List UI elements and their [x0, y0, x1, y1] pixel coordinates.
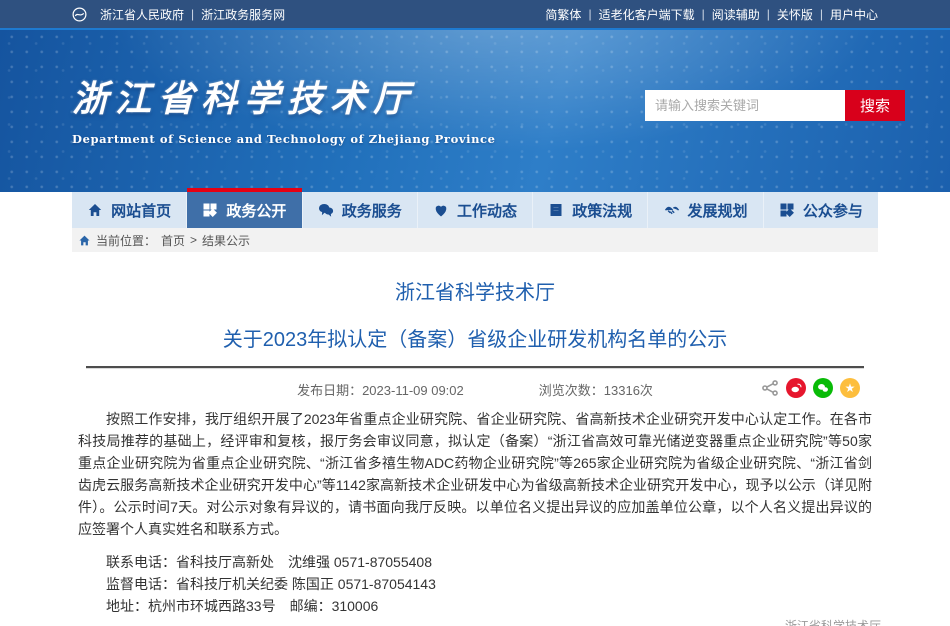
- link-zhejiang-gov[interactable]: 浙江省人民政府: [100, 6, 184, 23]
- topbar-right-links: 简繁体 | 适老化客户端下载 | 阅读辅助 | 关怀版 | 用户中心: [545, 6, 878, 23]
- title-divider: [86, 366, 864, 368]
- header-banner: 浙江省科学技术厅 Department of Science and Techn…: [0, 28, 950, 192]
- nav-item-label: 网站首页: [111, 200, 171, 221]
- link-reading-assist[interactable]: 阅读辅助: [712, 6, 760, 23]
- government-emblem-icon: [72, 7, 87, 22]
- divider: |: [588, 7, 591, 21]
- contact-phone: 联系电话：省科技厅高新处 沈维强 0571-87055408: [78, 551, 872, 573]
- qzone-share-icon[interactable]: ★: [840, 378, 860, 398]
- site-title-english: Department of Science and Technology of …: [72, 132, 496, 146]
- weibo-share-icon[interactable]: [786, 378, 806, 398]
- topbar-left-links: 浙江省人民政府 | 浙江政务服务网: [72, 6, 285, 23]
- main-nav-wrap: 网站首页 政务公开 政务服务 工作动态 政策法规 发展规划: [0, 192, 950, 228]
- document-icon: [548, 202, 564, 218]
- footer-site-name: 浙江省科学技术厅: [785, 617, 881, 626]
- article-body: 按照工作安排，我厅组织开展了2023年省重点企业研究院、省企业研究院、省高新技术…: [78, 408, 872, 540]
- publish-date-value: 2023-11-09 09:02: [362, 383, 464, 398]
- view-count: 浏览次数：13316次: [539, 380, 653, 399]
- breadcrumb-home-link[interactable]: 首页: [161, 232, 185, 249]
- divider: |: [191, 7, 194, 21]
- link-care-version[interactable]: 关怀版: [777, 6, 813, 23]
- nav-item-label: 公众参与: [803, 200, 863, 221]
- article-title-line1: 浙江省科学技术厅: [78, 276, 872, 305]
- wechat-share-icon[interactable]: [813, 378, 833, 398]
- handshake-icon: [664, 202, 680, 218]
- breadcrumb-label: 当前位置：: [96, 232, 156, 249]
- link-zhejiang-service[interactable]: 浙江政务服务网: [201, 6, 285, 23]
- nav-item-development-planning[interactable]: 发展规划: [648, 192, 763, 228]
- search-button[interactable]: 搜索: [845, 90, 905, 121]
- breadcrumb: 当前位置： 首页 > 结果公示: [72, 228, 878, 252]
- nav-item-home[interactable]: 网站首页: [72, 192, 187, 228]
- nav-item-label: 政策法规: [572, 200, 632, 221]
- share-icon[interactable]: [761, 379, 779, 397]
- search-input[interactable]: [645, 90, 845, 121]
- heart-icon: [433, 202, 449, 218]
- nav-item-work-updates[interactable]: 工作动态: [418, 192, 533, 228]
- chat-icon: [318, 202, 334, 218]
- nav-item-gov-services[interactable]: 政务服务: [303, 192, 418, 228]
- nav-item-gov-disclosure[interactable]: 政务公开: [187, 192, 302, 228]
- article-meta: 发布日期：2023-11-09 09:02 浏览次数：13316次 ★: [78, 376, 872, 402]
- link-user-center[interactable]: 用户中心: [830, 6, 878, 23]
- grid-icon: [779, 202, 795, 218]
- site-title: 浙江省科学技术厅: [72, 70, 496, 122]
- nav-item-public-participation[interactable]: 公众参与: [764, 192, 878, 228]
- address-line: 地址：杭州市环城西路33号 邮编：310006: [78, 595, 872, 617]
- nav-item-label: 政务服务: [342, 200, 402, 221]
- view-count-value: 13316次: [604, 383, 653, 398]
- nav-item-label: 工作动态: [457, 200, 517, 221]
- share-bar: ★: [761, 378, 860, 398]
- link-elderly-client-download[interactable]: 适老化客户端下载: [599, 6, 695, 23]
- top-utility-bar: 浙江省人民政府 | 浙江政务服务网 简繁体 | 适老化客户端下载 | 阅读辅助 …: [0, 0, 950, 28]
- article: 浙江省科学技术厅 关于2023年拟认定（备案）省级企业研发机构名单的公示 发布日…: [0, 276, 950, 626]
- location-home-icon: [78, 234, 91, 247]
- page: 浙江省人民政府 | 浙江政务服务网 简繁体 | 适老化客户端下载 | 阅读辅助 …: [0, 0, 950, 626]
- grid-icon: [202, 202, 218, 218]
- publish-date-label: 发布日期：: [297, 383, 362, 398]
- nav-item-policies-regulations[interactable]: 政策法规: [533, 192, 648, 228]
- supervision-phone: 监督电话：省科技厅机关纪委 陈国正 0571-87054143: [78, 573, 872, 595]
- home-icon: [87, 202, 103, 218]
- site-search: 搜索: [645, 90, 905, 121]
- breadcrumb-current: 结果公示: [202, 232, 250, 249]
- nav-item-label: 政务公开: [226, 200, 286, 221]
- divider: |: [702, 7, 705, 21]
- breadcrumb-wrap: 当前位置： 首页 > 结果公示: [0, 228, 950, 252]
- main-nav: 网站首页 政务公开 政务服务 工作动态 政策法规 发展规划: [72, 192, 878, 228]
- site-brand: 浙江省科学技术厅 Department of Science and Techn…: [72, 70, 496, 146]
- link-simplified-traditional[interactable]: 简繁体: [545, 6, 581, 23]
- view-count-label: 浏览次数：: [539, 383, 604, 398]
- article-title-line2: 关于2023年拟认定（备案）省级企业研发机构名单的公示: [78, 323, 872, 352]
- breadcrumb-separator: >: [190, 233, 197, 247]
- divider: |: [820, 7, 823, 21]
- publish-date: 发布日期：2023-11-09 09:02: [297, 380, 464, 399]
- nav-item-label: 发展规划: [688, 200, 748, 221]
- divider: |: [767, 7, 770, 21]
